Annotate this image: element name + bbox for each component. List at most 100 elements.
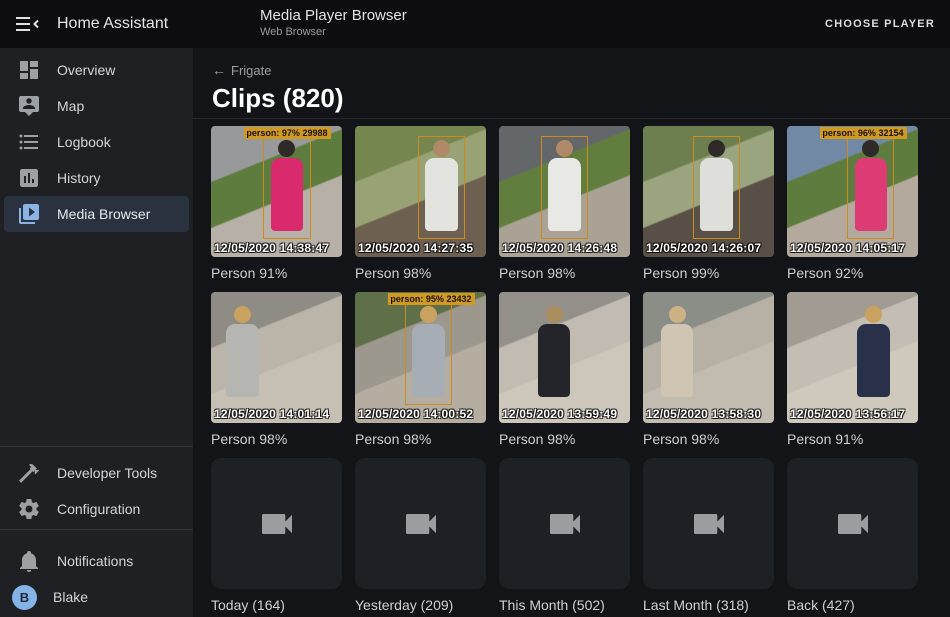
sidebar: Overview Map Logbook History Media Brows… bbox=[0, 48, 193, 617]
avatar: B bbox=[12, 585, 37, 610]
sidebar-item-label: History bbox=[57, 170, 101, 186]
clip-card[interactable]: 12/05/2020 13:58:30 Person 98% bbox=[643, 292, 774, 448]
sidebar-item-developer-tools[interactable]: Developer Tools bbox=[4, 455, 189, 491]
clip-thumbnail: 12/05/2020 14:01:14 bbox=[211, 292, 342, 423]
sidebar-item-logbook[interactable]: Logbook bbox=[4, 124, 189, 160]
clip-label: Person 92% bbox=[787, 265, 918, 282]
clip-thumbnail: 12/05/2020 14:26:07 bbox=[643, 126, 774, 257]
sidebar-item-label: Media Browser bbox=[57, 206, 150, 222]
detection-bbox bbox=[418, 136, 465, 238]
app-title: Home Assistant bbox=[57, 0, 168, 48]
back-arrow-icon: ← bbox=[212, 62, 226, 78]
clip-card[interactable]: 12/05/2020 14:26:48 Person 98% bbox=[499, 126, 630, 282]
sidebar-divider bbox=[0, 529, 193, 530]
clip-label: Person 91% bbox=[787, 431, 918, 448]
clip-thumbnail: 12/05/2020 13:59:49 bbox=[499, 292, 630, 423]
hammer-icon bbox=[17, 461, 41, 485]
clip-timestamp: 12/05/2020 13:58:30 bbox=[646, 407, 761, 421]
clip-card[interactable]: person: 97% 29988 12/05/2020 14:38:47 Pe… bbox=[211, 126, 342, 282]
clip-label: Person 98% bbox=[355, 265, 486, 282]
view-dashboard-icon bbox=[17, 58, 41, 82]
breadcrumb-label: Frigate bbox=[231, 63, 271, 78]
sidebar-item-label: Logbook bbox=[57, 134, 111, 150]
folder-thumbnail bbox=[643, 458, 774, 589]
folder-card-this-month[interactable]: This Month (502) bbox=[499, 458, 630, 614]
clip-card[interactable]: 12/05/2020 13:56:17 Person 91% bbox=[787, 292, 918, 448]
video-camera-icon bbox=[401, 504, 441, 544]
choose-player-button[interactable]: CHOOSE PLAYER bbox=[825, 0, 935, 48]
folder-thumbnail bbox=[355, 458, 486, 589]
clip-label: Person 98% bbox=[355, 431, 486, 448]
play-box-multiple-icon bbox=[17, 202, 41, 226]
clip-card[interactable]: 12/05/2020 14:01:14 Person 98% bbox=[211, 292, 342, 448]
sidebar-item-notifications[interactable]: Notifications bbox=[4, 543, 189, 579]
sidebar-item-history[interactable]: History bbox=[4, 160, 189, 196]
clip-timestamp: 12/05/2020 14:38:47 bbox=[214, 241, 329, 255]
sidebar-item-overview[interactable]: Overview bbox=[4, 52, 189, 88]
sidebar-toggle-icon[interactable] bbox=[14, 12, 40, 36]
tooltip-account-icon bbox=[17, 94, 41, 118]
detection-bbox bbox=[850, 302, 897, 404]
detection-bbox bbox=[847, 136, 894, 238]
panel-title: Media Player Browser bbox=[260, 7, 407, 25]
clip-card[interactable]: 12/05/2020 14:27:35 Person 98% bbox=[355, 126, 486, 282]
detection-tag: person: 96% 32154 bbox=[819, 127, 906, 139]
detection-tag: person: 97% 29988 bbox=[243, 127, 330, 139]
gear-icon bbox=[17, 497, 41, 521]
clip-timestamp: 12/05/2020 14:27:35 bbox=[358, 241, 473, 255]
chart-box-icon bbox=[17, 166, 41, 190]
detection-bbox bbox=[530, 302, 577, 404]
bell-icon bbox=[17, 549, 41, 573]
sidebar-divider bbox=[0, 446, 193, 447]
clip-card[interactable]: person: 95% 23432 12/05/2020 14:00:52 Pe… bbox=[355, 292, 486, 448]
folder-label: Yesterday (209) bbox=[355, 597, 486, 614]
clip-label: Person 98% bbox=[643, 431, 774, 448]
folder-card-yesterday[interactable]: Yesterday (209) bbox=[355, 458, 486, 614]
clips-grid: person: 97% 29988 12/05/2020 14:38:47 Pe… bbox=[211, 126, 950, 614]
clip-card[interactable]: 12/05/2020 14:26:07 Person 99% bbox=[643, 126, 774, 282]
sidebar-item-label: Developer Tools bbox=[57, 465, 157, 481]
clip-timestamp: 12/05/2020 14:00:52 bbox=[358, 407, 473, 421]
clip-timestamp: 12/05/2020 13:56:17 bbox=[790, 407, 905, 421]
breadcrumb-back[interactable]: ← Frigate bbox=[212, 62, 271, 78]
sidebar-item-media-browser[interactable]: Media Browser bbox=[4, 196, 189, 232]
detection-bbox bbox=[541, 136, 588, 238]
sidebar-item-label: Overview bbox=[57, 62, 115, 78]
sidebar-item-label: Configuration bbox=[57, 501, 140, 517]
folder-card-today[interactable]: Today (164) bbox=[211, 458, 342, 614]
folder-card-last-month[interactable]: Last Month (318) bbox=[643, 458, 774, 614]
folder-card-back[interactable]: Back (427) bbox=[787, 458, 918, 614]
app-header: Home Assistant Media Player Browser Web … bbox=[0, 0, 950, 48]
clip-label: Person 98% bbox=[499, 431, 630, 448]
folder-label: This Month (502) bbox=[499, 597, 630, 614]
video-camera-icon bbox=[257, 504, 297, 544]
browser-header: ← Frigate Clips (820) bbox=[193, 48, 950, 119]
detection-bbox bbox=[693, 136, 740, 238]
video-camera-icon bbox=[833, 504, 873, 544]
clip-label: Person 98% bbox=[499, 265, 630, 282]
page-title: Clips (820) bbox=[212, 83, 950, 113]
folder-label: Last Month (318) bbox=[643, 597, 774, 614]
sidebar-item-label: Map bbox=[57, 98, 84, 114]
clip-card[interactable]: 12/05/2020 13:59:49 Person 98% bbox=[499, 292, 630, 448]
sidebar-item-label: Blake bbox=[53, 589, 88, 605]
sidebar-item-configuration[interactable]: Configuration bbox=[4, 491, 189, 527]
clip-timestamp: 12/05/2020 14:26:07 bbox=[646, 241, 761, 255]
panel-subtitle: Web Browser bbox=[260, 26, 326, 38]
list-bulleted-icon bbox=[17, 130, 41, 154]
video-camera-icon bbox=[689, 504, 729, 544]
sidebar-item-user[interactable]: B Blake bbox=[4, 579, 189, 615]
clip-timestamp: 12/05/2020 13:59:49 bbox=[502, 407, 617, 421]
folder-label: Back (427) bbox=[787, 597, 918, 614]
detection-bbox bbox=[219, 302, 266, 404]
detection-bbox bbox=[405, 302, 452, 404]
clip-timestamp: 12/05/2020 14:01:14 bbox=[214, 407, 329, 421]
clip-thumbnail: 12/05/2020 14:27:35 bbox=[355, 126, 486, 257]
clip-card[interactable]: person: 96% 32154 12/05/2020 14:05:17 Pe… bbox=[787, 126, 918, 282]
clip-timestamp: 12/05/2020 14:26:48 bbox=[502, 241, 617, 255]
sidebar-item-map[interactable]: Map bbox=[4, 88, 189, 124]
clip-thumbnail: 12/05/2020 13:56:17 bbox=[787, 292, 918, 423]
clip-label: Person 98% bbox=[211, 431, 342, 448]
folder-label: Today (164) bbox=[211, 597, 342, 614]
detection-bbox bbox=[653, 302, 700, 404]
